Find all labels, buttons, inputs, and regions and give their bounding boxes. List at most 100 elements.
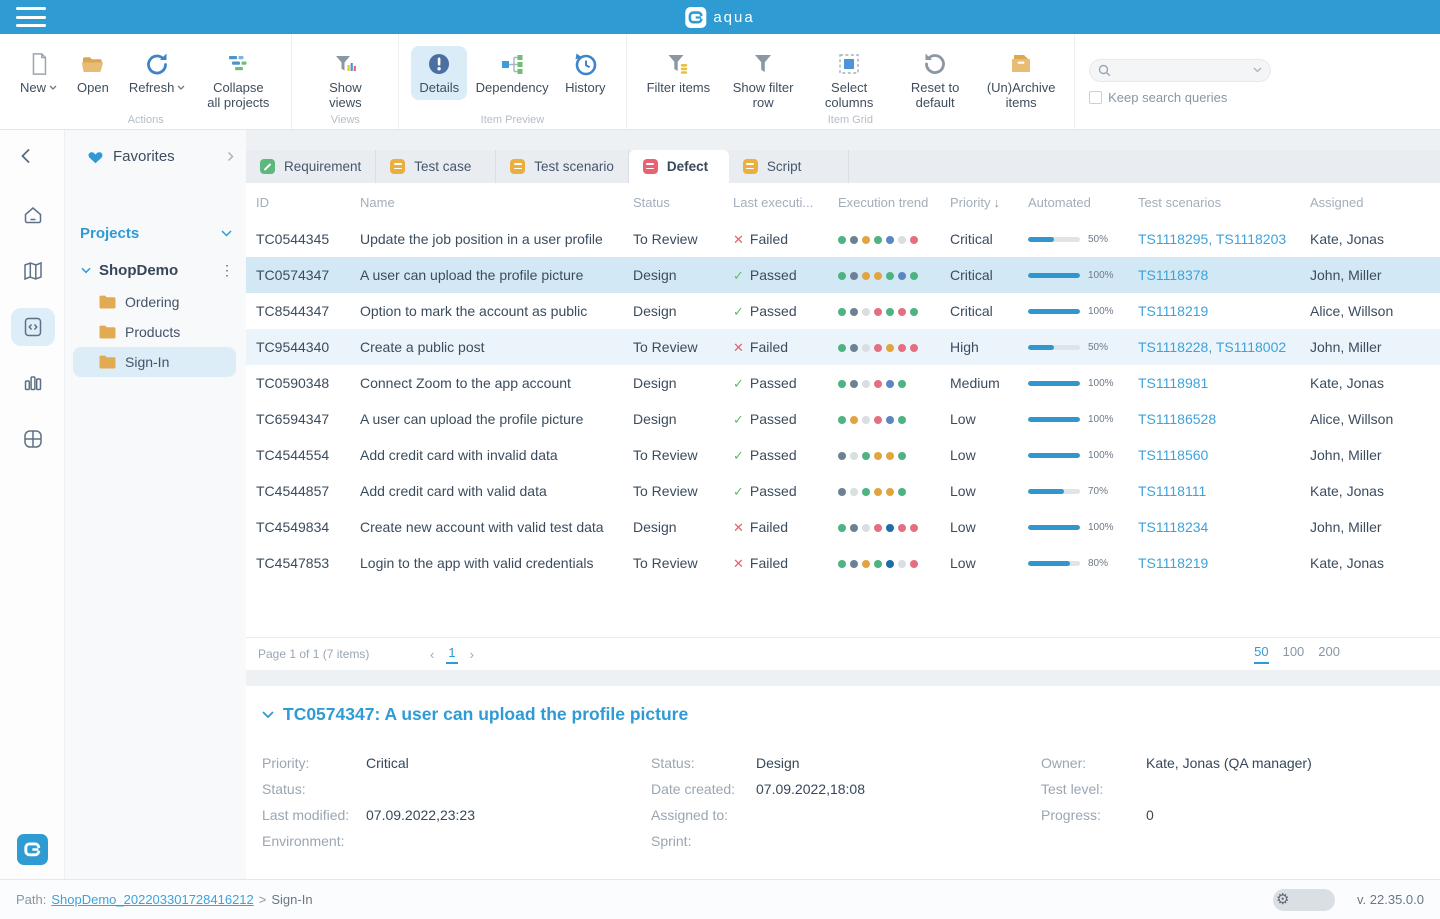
page-size-100[interactable]: 100 xyxy=(1283,644,1305,664)
nav-grid-icon[interactable] xyxy=(11,420,55,458)
test-scenario-link[interactable]: TS1118295, TS1118203 xyxy=(1138,231,1286,247)
select-columns-button[interactable]: Select columns xyxy=(808,46,890,115)
folder-ordering[interactable]: Ordering xyxy=(73,287,236,317)
test-scenario-link[interactable]: TS1118111 xyxy=(1138,483,1206,499)
table-row[interactable]: TC4544857Add credit card with valid data… xyxy=(246,473,1440,509)
table-row[interactable]: TC0544345Update the job position in a us… xyxy=(246,221,1440,257)
refresh-button[interactable]: Refresh xyxy=(121,46,194,100)
column-header-automated[interactable]: Automated xyxy=(1028,195,1138,210)
script-icon xyxy=(743,159,758,174)
last-execution-label: Passed xyxy=(750,267,797,283)
history-button[interactable]: History xyxy=(557,46,613,100)
tab-test-case[interactable]: Test case xyxy=(376,150,496,183)
row-automated: 80% xyxy=(1028,558,1138,569)
next-page-icon[interactable]: › xyxy=(470,647,474,662)
projects-section-header[interactable]: Projects xyxy=(80,225,232,242)
page-number[interactable]: 1 xyxy=(446,645,457,664)
row-last-execution: ✓Passed xyxy=(733,447,838,464)
column-header-name[interactable]: Name xyxy=(360,195,633,210)
automation-percent: 50% xyxy=(1088,342,1108,353)
column-header-priority[interactable]: Priority↓ xyxy=(950,195,1028,210)
table-row[interactable]: TC4549834Create new account with valid t… xyxy=(246,509,1440,545)
column-header-test-scenarios[interactable]: Test scenarios xyxy=(1138,195,1310,210)
test-scenario-link[interactable]: TS1118560 xyxy=(1138,447,1208,463)
collapse-all-projects-button[interactable]: Collapse all projects xyxy=(197,46,279,115)
folder-products[interactable]: Products xyxy=(73,317,236,347)
collapse-detail-chevron-icon[interactable] xyxy=(262,711,274,719)
tab-label: Defect xyxy=(667,159,708,174)
keep-search-checkbox[interactable] xyxy=(1089,91,1102,104)
passed-icon: ✓ xyxy=(733,412,744,427)
trend-dot-red xyxy=(874,344,882,352)
table-row[interactable]: TC0590348Connect Zoom to the app account… xyxy=(246,365,1440,401)
table-empty-space xyxy=(246,581,1440,637)
chevron-down-icon[interactable] xyxy=(221,230,232,237)
show-views-button[interactable]: Show views xyxy=(304,46,386,115)
details-button[interactable]: Details xyxy=(411,46,467,100)
favorites-section[interactable]: Favorites xyxy=(87,148,234,165)
item-grid: ID Name Status Last executi... Execution… xyxy=(246,183,1440,670)
tab-test-scenario[interactable]: Test scenario xyxy=(496,150,629,183)
table-row[interactable]: TC6594347A user can upload the profile p… xyxy=(246,401,1440,437)
table-row[interactable]: TC8544347Option to mark the account as p… xyxy=(246,293,1440,329)
page-size-200[interactable]: 200 xyxy=(1318,644,1340,664)
menu-icon[interactable] xyxy=(16,7,46,27)
column-header-status[interactable]: Status xyxy=(633,195,733,210)
trend-dot-red xyxy=(910,344,918,352)
settings-toggle[interactable]: ⚙ xyxy=(1273,889,1335,911)
collapse-sidebar-icon[interactable] xyxy=(20,148,31,164)
nav-map-icon[interactable] xyxy=(11,252,55,290)
page-size-50[interactable]: 50 xyxy=(1254,644,1268,664)
reset-to-default-button[interactable]: Reset to default xyxy=(894,46,976,115)
trend-dot-green xyxy=(886,308,894,316)
show-filter-row-button[interactable]: Show filter row xyxy=(722,46,804,115)
chevron-right-icon[interactable] xyxy=(227,151,234,162)
dependency-button[interactable]: Dependency xyxy=(471,46,553,100)
trend-dot-green xyxy=(862,452,870,460)
test-scenario-link[interactable]: TS1118219 xyxy=(1138,303,1208,319)
row-test-scenarios: TS1118295, TS1118203 xyxy=(1138,231,1310,247)
table-row[interactable]: TC0574347A user can upload the profile p… xyxy=(246,257,1440,293)
test-scenario-link[interactable]: TS1118228, TS1118002 xyxy=(1138,339,1286,355)
search-input[interactable] xyxy=(1089,59,1271,82)
test-scenario-link[interactable]: TS1118234 xyxy=(1138,519,1208,535)
field-label: Environment: xyxy=(262,833,366,850)
column-header-assigned[interactable]: Assigned xyxy=(1310,195,1440,210)
group-label-item-grid: Item Grid xyxy=(627,114,1075,126)
column-header-last-execution[interactable]: Last executi... xyxy=(733,195,838,210)
automation-progress-bar xyxy=(1028,345,1080,350)
dependency-icon xyxy=(499,50,525,78)
nav-items-icon[interactable] xyxy=(11,308,55,346)
unarchive-items-button[interactable]: (Un)Archive items xyxy=(980,46,1062,115)
keep-search-queries[interactable]: Keep search queries xyxy=(1089,90,1227,105)
test-scenario-link[interactable]: TS1118378 xyxy=(1138,267,1208,283)
chevron-down-icon[interactable] xyxy=(81,267,91,274)
column-header-execution-trend[interactable]: Execution trend xyxy=(838,195,950,210)
table-row[interactable]: TC4544554Add credit card with invalid da… xyxy=(246,437,1440,473)
table-row[interactable]: TC4547853Login to the app with valid cre… xyxy=(246,545,1440,581)
test-scenario-link[interactable]: TS11186528 xyxy=(1138,411,1216,427)
filter-items-button[interactable]: Filter items xyxy=(639,46,719,100)
project-shopdemo[interactable]: ShopDemo ⋮ xyxy=(81,262,234,279)
kebab-menu-icon[interactable]: ⋮ xyxy=(220,262,234,279)
folder-sign-in[interactable]: Sign-In xyxy=(73,347,236,377)
tab-script[interactable]: Script xyxy=(729,150,849,183)
tab-requirement[interactable]: Requirement xyxy=(246,150,376,183)
prev-page-icon[interactable]: ‹ xyxy=(430,647,434,662)
test-scenario-link[interactable]: TS1118981 xyxy=(1138,375,1208,391)
detail-title-row[interactable]: TC0574347: A user can upload the profile… xyxy=(262,704,1424,725)
row-execution-trend xyxy=(838,483,950,499)
test-scenario-link[interactable]: TS1118219 xyxy=(1138,555,1208,571)
column-header-id[interactable]: ID xyxy=(256,195,360,210)
nav-home-icon[interactable] xyxy=(11,196,55,234)
new-button[interactable]: New xyxy=(12,46,65,100)
search-field[interactable] xyxy=(1117,63,1247,77)
search-chevron-down-icon[interactable] xyxy=(1253,67,1262,73)
tab-defect[interactable]: Defect xyxy=(629,150,729,183)
open-button[interactable]: Open xyxy=(69,46,117,100)
row-priority: Critical xyxy=(950,231,1028,247)
nav-reports-icon[interactable] xyxy=(11,364,55,402)
path-project-link[interactable]: ShopDemo_202203301728416212 xyxy=(51,892,253,907)
table-row[interactable]: TC9544340Create a public postTo Review✕F… xyxy=(246,329,1440,365)
trend-dot-green xyxy=(910,272,918,280)
